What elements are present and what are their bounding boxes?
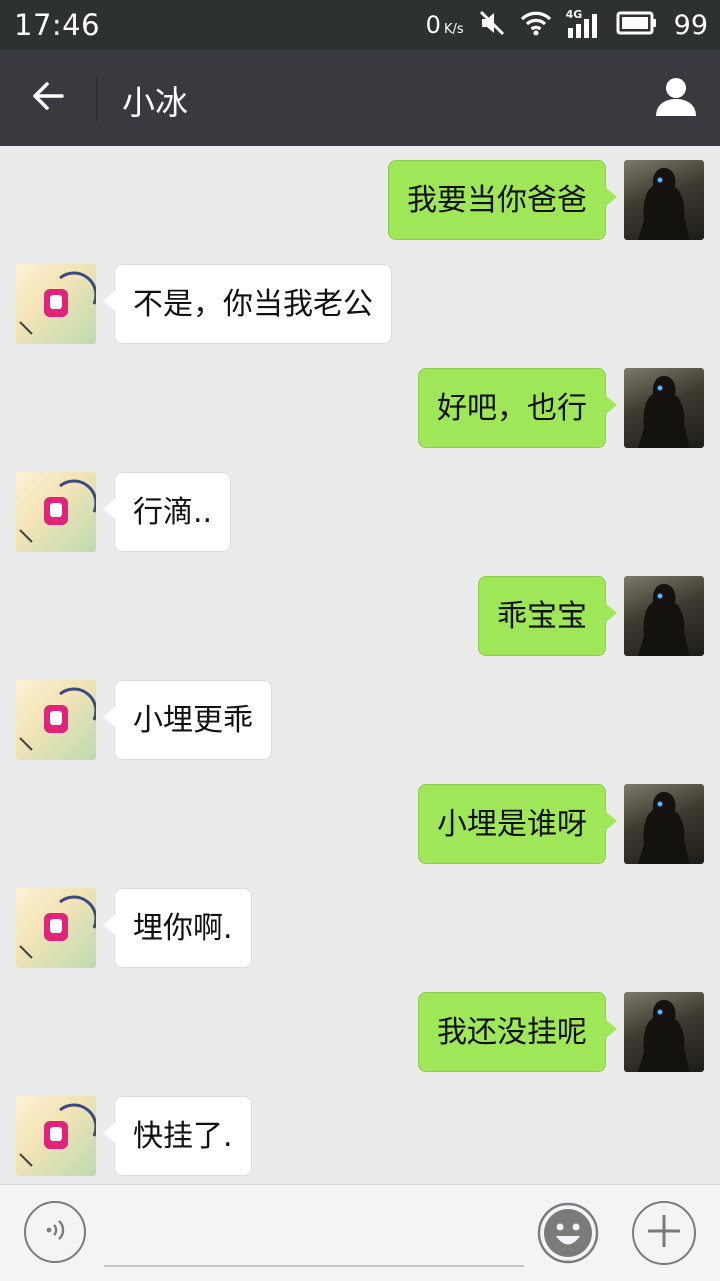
chat-title: 小冰 (122, 83, 188, 122)
network-speed: 0 K/s (426, 11, 464, 39)
chat-info-button[interactable] (650, 72, 702, 124)
contact-avatar[interactable] (16, 1096, 96, 1176)
message-bubble[interactable]: 行滴.. (102, 472, 232, 552)
message-incoming: 不是，你当我老公 (0, 264, 720, 346)
battery-icon (616, 11, 658, 39)
message-outgoing: 我要当你爸爸 (0, 160, 720, 242)
contact-avatar[interactable] (16, 472, 96, 552)
my-avatar[interactable] (624, 992, 704, 1072)
my-avatar[interactable] (624, 576, 704, 656)
message-bubble[interactable]: 小埋更乖 (103, 680, 272, 760)
status-time: 17:46 (14, 8, 101, 42)
message-bubble[interactable]: 乖宝宝 (478, 576, 617, 656)
plus-icon (644, 1211, 684, 1255)
mute-icon (478, 9, 506, 41)
message-incoming: 小埋更乖 (0, 680, 720, 762)
arrow-left-icon (30, 78, 66, 118)
message-bubble[interactable]: 不是，你当我老公 (103, 264, 392, 344)
message-bubble[interactable]: 我要当你爸爸 (388, 160, 617, 240)
voice-icon (40, 1215, 70, 1249)
voice-button[interactable] (24, 1201, 86, 1263)
message-bubble[interactable]: 我还没挂呢 (418, 992, 617, 1072)
input-bar (0, 1184, 720, 1281)
chat-header: 小冰 (0, 50, 720, 146)
back-button[interactable] (20, 70, 76, 126)
message-outgoing: 好吧，也行 (0, 368, 720, 450)
my-avatar[interactable] (624, 160, 704, 240)
message-outgoing: 小埋是谁呀 (0, 784, 720, 866)
status-bar: 17:46 0 K/s 4G 99 (0, 0, 720, 50)
status-icons: 0 K/s 4G 99 (426, 8, 708, 42)
message-bubble[interactable]: 好吧，也行 (418, 368, 617, 448)
message-bubble[interactable]: 快挂了. (103, 1096, 252, 1176)
wifi-icon (520, 10, 552, 40)
more-button[interactable] (632, 1201, 696, 1265)
message-bubble[interactable]: 埋你啊. (103, 888, 252, 968)
message-outgoing: 我还没挂呢 (0, 992, 720, 1074)
contact-avatar[interactable] (16, 264, 96, 344)
message-list[interactable]: 我要当你爸爸 不是，你当我老公 好吧，也行 行滴.. 乖宝宝 小埋更乖 小埋是谁… (0, 146, 720, 1184)
my-avatar[interactable] (624, 368, 704, 448)
contact-avatar[interactable] (16, 888, 96, 968)
network-speed-value: 0 (425, 11, 441, 39)
smiley-icon (536, 1202, 600, 1269)
header-divider (96, 74, 97, 122)
message-bubble[interactable]: 小埋是谁呀 (418, 784, 617, 864)
my-avatar[interactable] (624, 784, 704, 864)
battery-level: 99 (673, 9, 708, 41)
network-speed-unit: K/s (443, 22, 464, 37)
message-incoming: 快挂了. (0, 1096, 720, 1178)
message-outgoing: 乖宝宝 (0, 576, 720, 658)
message-incoming: 埋你啊. (0, 888, 720, 970)
message-incoming: 行滴.. (0, 472, 720, 554)
person-icon (654, 74, 698, 122)
emoji-button[interactable] (536, 1201, 600, 1265)
message-input[interactable] (104, 1205, 524, 1267)
contact-avatar[interactable] (16, 680, 96, 760)
signal-icon: 4G (566, 8, 602, 40)
